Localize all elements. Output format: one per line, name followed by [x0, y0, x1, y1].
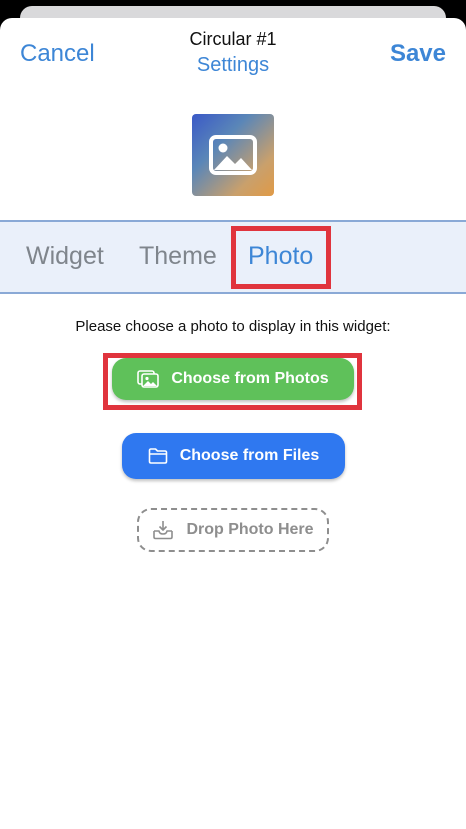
choose-from-files-label: Choose from Files: [179, 447, 320, 464]
settings-sheet: Cancel Circular #1 Settings Save Widget …: [0, 18, 466, 829]
widget-preview[interactable]: [192, 114, 274, 196]
drop-photo-zone[interactable]: Drop Photo Here: [137, 508, 329, 552]
instruction-text: Please choose a photo to display in this…: [75, 318, 391, 335]
header: Cancel Circular #1 Settings Save: [0, 18, 466, 88]
highlight-box-photo-tab: [231, 226, 331, 289]
save-button[interactable]: Save: [390, 40, 446, 68]
highlight-box-photos-button: [103, 353, 362, 410]
tray-download-icon: [152, 520, 174, 540]
folder-icon: [148, 448, 168, 464]
tab-theme[interactable]: Theme: [139, 242, 217, 271]
image-icon: [209, 135, 257, 175]
tab-widget[interactable]: Widget: [26, 242, 104, 271]
choose-from-files-button[interactable]: Choose from Files: [122, 433, 345, 479]
drop-photo-label: Drop Photo Here: [186, 521, 314, 538]
